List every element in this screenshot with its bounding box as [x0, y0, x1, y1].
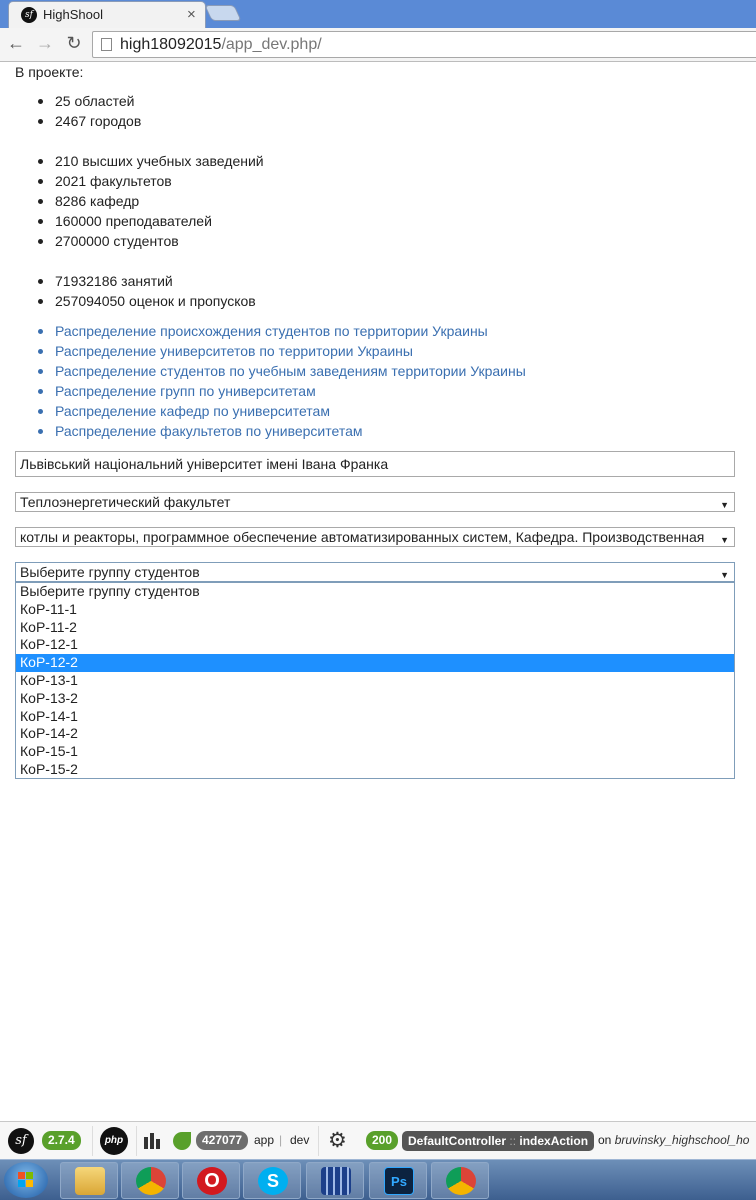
back-arrow-icon[interactable]: ← — [5, 32, 27, 54]
route-text: on bruvinsky_highschool_ho — [598, 1133, 749, 1147]
windows-taskbar: O S Ps — [0, 1159, 756, 1200]
controller-action-badge[interactable]: DefaultController :: indexAction — [402, 1131, 595, 1151]
taskbar-chrome[interactable] — [121, 1162, 179, 1199]
dropdown-option[interactable]: КоР-15-2 — [16, 761, 734, 779]
dropdown-option[interactable]: КоР-14-2 — [16, 725, 734, 743]
chrome-icon — [136, 1167, 166, 1195]
link-groups[interactable]: Распределение групп по университетам — [35, 381, 526, 401]
environment-label: dev — [290, 1133, 310, 1147]
list-item: 257094050 оценок и пропусков — [35, 291, 256, 311]
env-separator: | — [279, 1133, 283, 1147]
symfony-version-badge[interactable]: 2.7.4 — [42, 1131, 81, 1150]
chevron-down-icon: ▼ — [720, 500, 729, 510]
symfony-favicon-icon: sf — [21, 7, 37, 23]
link-students-origin[interactable]: Распределение происхождения студентов по… — [35, 321, 526, 341]
tab-title: HighShool — [43, 7, 103, 22]
browser-toolbar: ← → ↻ high18092015/app_dev.php/ — [0, 28, 756, 62]
browser-tabstrip: sf HighShool × — [0, 0, 756, 28]
list-item: 2700000 студентов — [35, 231, 264, 251]
group-select-value: Выберите группу студентов — [20, 564, 200, 580]
link-students-institutions[interactable]: Распределение студентов по учебным завед… — [35, 361, 526, 381]
stats-list-regions: 25 областей 2467 городов — [35, 91, 141, 131]
taskbar-photoshop[interactable]: Ps — [369, 1162, 427, 1199]
link-departments[interactable]: Распределение кафедр по университетам — [35, 401, 526, 421]
taskbar-chrome-2[interactable] — [431, 1162, 489, 1199]
list-item: 210 высших учебных заведений — [35, 151, 264, 171]
url-text[interactable]: high18092015/app_dev.php/ — [120, 36, 322, 54]
list-item: 2467 городов — [35, 111, 141, 131]
taskbar-archive[interactable] — [306, 1162, 364, 1199]
faculty-select-value: Теплоэнергетический факультет — [20, 494, 231, 510]
token-badge[interactable]: 427077 — [196, 1131, 249, 1150]
dropdown-option[interactable]: КоР-13-1 — [16, 672, 734, 690]
list-item: 2021 факультетов — [35, 171, 264, 191]
dropdown-option[interactable]: КоР-14-1 — [16, 708, 734, 726]
opera-icon: O — [197, 1167, 227, 1195]
close-tab-icon[interactable]: × — [187, 6, 196, 23]
controller-separator: :: — [509, 1134, 517, 1148]
chrome-icon — [446, 1167, 476, 1195]
start-button[interactable] — [4, 1162, 48, 1198]
address-bar[interactable]: high18092015/app_dev.php/ — [92, 31, 756, 58]
university-input[interactable]: Львівський національний університет імен… — [15, 451, 735, 477]
status-code-badge[interactable]: 200 — [366, 1131, 399, 1150]
action-name: indexAction — [519, 1134, 589, 1148]
config-bars-icon[interactable] — [144, 1133, 164, 1149]
folder-icon — [75, 1167, 105, 1195]
stats-list-education: 210 высших учебных заведений 2021 факуль… — [35, 151, 264, 251]
divider — [92, 1126, 93, 1156]
university-input-value: Львівський національний університет імен… — [20, 456, 389, 472]
dropdown-option[interactable]: КоР-12-1 — [16, 636, 734, 654]
photoshop-icon: Ps — [384, 1167, 414, 1195]
dropdown-option[interactable]: Выберите группу студентов — [16, 583, 734, 601]
intro-text: В проекте: — [15, 64, 84, 80]
dropdown-option[interactable]: КоР-13-2 — [16, 690, 734, 708]
windows-logo-icon — [18, 1172, 34, 1188]
url-host: high18092015 — [120, 36, 222, 53]
list-item: 71932186 занятий — [35, 271, 256, 291]
dropdown-option[interactable]: КоР-12-2 — [16, 654, 734, 672]
divider — [136, 1126, 137, 1156]
leaf-icon[interactable] — [173, 1132, 191, 1150]
taskbar-opera[interactable]: O — [182, 1162, 240, 1199]
list-item: 160000 преподавателей — [35, 211, 264, 231]
department-select[interactable]: котлы и реакторы, программное обеспечени… — [15, 527, 735, 547]
list-item: 25 областей — [35, 91, 141, 111]
controller-name: DefaultController — [408, 1134, 507, 1148]
browser-tab[interactable]: sf HighShool × — [8, 1, 206, 28]
divider — [318, 1126, 319, 1156]
chevron-down-icon: ▼ — [720, 535, 729, 545]
taskbar-skype[interactable]: S — [243, 1162, 301, 1199]
link-faculties[interactable]: Распределение факультетов по университет… — [35, 421, 526, 441]
reload-icon[interactable]: ↻ — [63, 32, 85, 54]
group-select[interactable]: Выберите группу студентов ▼ — [15, 562, 735, 582]
page-icon — [101, 38, 112, 51]
faculty-select[interactable]: Теплоэнергетический факультет ▼ — [15, 492, 735, 512]
archive-icon — [321, 1167, 351, 1195]
on-label: on — [598, 1133, 612, 1147]
forward-arrow-icon[interactable]: → — [34, 32, 56, 54]
symfony-debug-toolbar: sf 2.7.4 php 427077 app | dev ⚙ 200 Defa… — [0, 1121, 756, 1159]
dropdown-option[interactable]: КоР-11-1 — [16, 601, 734, 619]
taskbar-file-explorer[interactable] — [60, 1162, 118, 1199]
link-universities[interactable]: Распределение университетов по территори… — [35, 341, 526, 361]
new-tab-button[interactable] — [204, 5, 242, 21]
symfony-logo-icon[interactable]: sf — [8, 1128, 34, 1154]
group-dropdown-list: Выберите группу студентов КоР-11-1 КоР-1… — [15, 582, 735, 779]
chevron-down-icon: ▼ — [720, 570, 729, 580]
route-name: bruvinsky_highschool_ho — [614, 1133, 750, 1147]
gear-icon[interactable]: ⚙ — [328, 1129, 347, 1153]
department-select-value: котлы и реакторы, программное обеспечени… — [20, 529, 705, 545]
skype-icon: S — [258, 1167, 288, 1195]
stats-list-lessons: 71932186 занятий 257094050 оценок и проп… — [35, 271, 256, 311]
php-logo-icon[interactable]: php — [100, 1127, 128, 1155]
distribution-links: Распределение происхождения студентов по… — [35, 321, 526, 441]
list-item: 8286 кафедр — [35, 191, 264, 211]
dropdown-option[interactable]: КоР-11-2 — [16, 619, 734, 637]
url-path: /app_dev.php/ — [221, 36, 322, 53]
app-name: app — [254, 1133, 275, 1147]
dropdown-option[interactable]: КоР-15-1 — [16, 743, 734, 761]
